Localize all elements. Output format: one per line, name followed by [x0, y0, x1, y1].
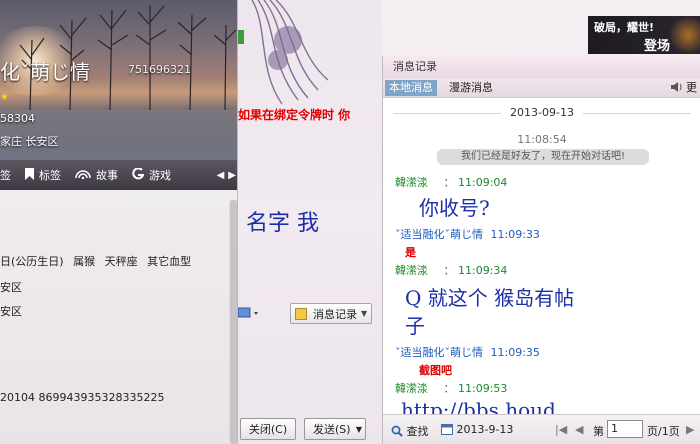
message-sender: 韓潆渁 ： 11:09:34: [395, 264, 508, 277]
message-list: 2013-09-13 11:08:54 我们已经是好友了，现在开始对话吧! 韓潆…: [383, 98, 700, 414]
close-button[interactable]: 关闭(C): [240, 418, 296, 440]
message-time: 11:09:34: [458, 264, 508, 277]
profile-panel: 化ˇ萌じ情 751696321 ★ 58304 家庄 长安区 签 标签 故事 游…: [0, 0, 238, 444]
message-text: 截图吧: [419, 364, 452, 377]
message-sender: 韓潆渁 ： 11:09:04: [395, 176, 508, 189]
message-sender: ˇ适当融化ˇ萌じ情 11:09:35: [395, 344, 540, 360]
page-prefix: 第: [593, 425, 604, 438]
tab-label: 故事: [96, 169, 118, 182]
chevron-left-icon[interactable]: ◀: [217, 170, 225, 181]
message-time: 11:09:53: [458, 382, 508, 395]
input-blue-text[interactable]: 名字 我: [246, 205, 319, 237]
message-text: 你收号?: [419, 196, 490, 220]
tab-label: 标签: [39, 169, 61, 182]
profile-info-line: 安区: [0, 281, 22, 294]
banner-line2: 登场: [644, 39, 671, 54]
tab-roaming-messages[interactable]: 漫游消息: [445, 80, 497, 96]
star-icon: ★: [0, 92, 9, 103]
system-time: 11:08:54: [517, 133, 567, 146]
input-bottom-bar: 关闭(C) 发送(S) ▼: [238, 416, 382, 444]
profile-tabs: 签 标签 故事 游戏 ◀ ▶: [0, 160, 237, 190]
history-tabs: 本地消息 漫游消息 更: [383, 78, 700, 98]
message-link[interactable]: http://bbs.houd: [401, 398, 556, 414]
profile-nickname: 化ˇ萌じ情: [0, 60, 90, 84]
calendar-icon: [441, 424, 453, 435]
profile-id-line: 20104 869943935328335225: [0, 391, 165, 404]
profile-scrollbar[interactable]: [229, 200, 237, 444]
sender-name[interactable]: ˇ适当融化ˇ萌じ情: [395, 228, 483, 241]
profile-qq-number: 751696321: [128, 63, 191, 76]
first-page-icon[interactable]: |◀: [555, 423, 567, 436]
speaker-icon: [670, 82, 681, 92]
chevron-down-icon[interactable]: ▼: [361, 309, 367, 318]
sender-name[interactable]: 韓潆渁: [395, 264, 428, 277]
page-input[interactable]: 1: [607, 420, 643, 438]
panel-title: 消息记录: [383, 56, 700, 78]
profile-birthday-line: 日(公历生日) 属猴 天秤座 其它血型: [0, 253, 191, 269]
history-icon: [295, 307, 307, 320]
message-history-panel: 消息记录 本地消息 漫游消息 更 2013-09-13 11:08:54 我们已…: [382, 56, 700, 444]
wifi-icon: [75, 169, 91, 182]
banner-line1: 破局，耀世!: [594, 21, 655, 34]
history-toolbar: 查找 2013-9-13 |◀ ◀ 第 1 页/1页 ▶: [383, 414, 700, 444]
message-text-continued: 子: [405, 314, 425, 338]
more-label: 更: [686, 81, 697, 94]
sender-name[interactable]: 韓潆渁: [395, 176, 428, 189]
constellation-text: 天秤座: [104, 255, 138, 268]
volume-control[interactable]: 更: [670, 80, 697, 96]
send-button[interactable]: 发送(S) ▼: [304, 418, 366, 440]
chat-input-area: 如果在绑定令牌时 你 名字 我 消息记录 ▼ 关闭(C) 发送(S) ▼: [238, 0, 382, 444]
trees-silhouette: [19, 5, 237, 110]
message-time: 11:09:33: [490, 228, 540, 241]
message-time: 11:09:35: [490, 346, 540, 359]
tab-games[interactable]: 游戏: [132, 160, 171, 190]
tab-label: 签: [0, 169, 11, 182]
history-button-label: 消息记录: [313, 307, 357, 321]
input-red-text: 如果在绑定令牌时 你: [238, 108, 351, 122]
page-total: 页/1页: [647, 425, 680, 438]
prev-page-icon[interactable]: ◀: [575, 423, 583, 436]
game-icon: [132, 166, 145, 183]
message-time: 11:09:04: [458, 176, 508, 189]
scrollbar-thumb[interactable]: [230, 200, 237, 444]
message-sender: 韓潆渁 ： 11:09:53: [395, 382, 508, 395]
bookmark-icon: [25, 167, 34, 183]
zodiac-text: 属猴: [73, 255, 96, 268]
message-text: Q 就这个 猴岛有帖: [405, 286, 575, 310]
date-picker[interactable]: 2013-9-13: [441, 423, 513, 436]
profile-number: 58304: [0, 112, 35, 125]
chevron-down-icon[interactable]: ▼: [356, 425, 362, 434]
date-value: 2013-9-13: [456, 423, 514, 436]
promo-banner[interactable]: 破局，耀世! 登场: [588, 16, 700, 54]
date-separator: 2013-09-13: [393, 106, 691, 120]
banner-glow: [668, 16, 700, 54]
tab-scroll-arrows[interactable]: ◀ ▶: [217, 160, 236, 190]
message-text: 是: [405, 246, 416, 259]
system-message: 我们已经是好友了，现在开始对话吧!: [437, 149, 649, 165]
send-button-label: 发送(S): [313, 423, 351, 436]
blood-type-text: 其它血型: [147, 255, 192, 268]
hair-decoration: [238, 0, 329, 105]
tab-local-messages[interactable]: 本地消息: [385, 80, 437, 96]
profile-cover-image: 化ˇ萌じ情 751696321 ★ 58304 家庄 长安区: [0, 0, 237, 160]
search-icon: [391, 425, 403, 437]
tab-tags[interactable]: 标签: [25, 160, 61, 190]
tab-sign[interactable]: 签: [0, 160, 11, 190]
screenshot-icon[interactable]: [238, 306, 260, 320]
message-history-button[interactable]: 消息记录 ▼: [290, 303, 372, 324]
chevron-right-icon[interactable]: ▶: [228, 170, 236, 181]
sender-name[interactable]: ˇ适当融化ˇ萌じ情: [395, 346, 483, 359]
date-label: 2013-09-13: [510, 106, 574, 119]
tab-label: 游戏: [149, 169, 171, 182]
search-label: 查找: [406, 425, 429, 438]
sender-name[interactable]: 韓潆渁: [395, 382, 428, 395]
search-button[interactable]: 查找: [391, 423, 429, 439]
profile-info-line: 安区: [0, 305, 22, 318]
tab-story[interactable]: 故事: [75, 160, 118, 190]
profile-location: 家庄 长安区: [0, 135, 59, 148]
birthday-text: 日(公历生日): [0, 255, 64, 268]
message-sender: ˇ适当融化ˇ萌じ情 11:09:33: [395, 226, 540, 242]
next-page-icon[interactable]: ▶: [686, 423, 694, 436]
